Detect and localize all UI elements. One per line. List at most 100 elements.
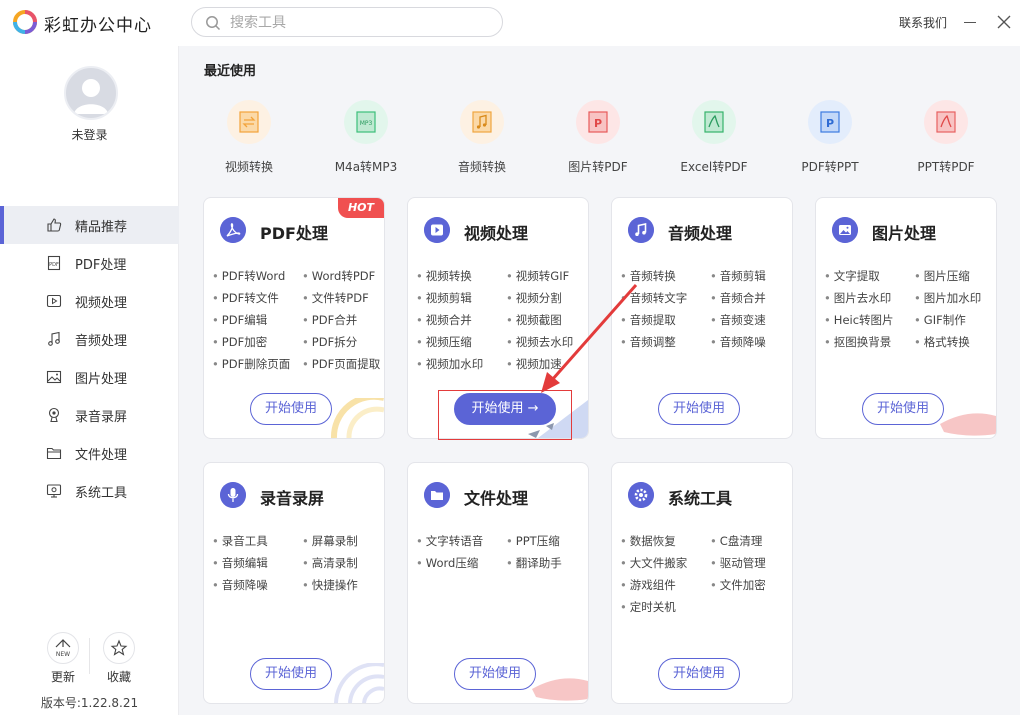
sidebar-item-image[interactable]: 图片处理 <box>0 358 179 396</box>
sidebar-item-system[interactable]: 系统工具 <box>0 472 179 510</box>
recent-item-ppt-to-pdf[interactable]: PPT转PDF <box>906 100 986 175</box>
tool-link[interactable]: 视频压缩 <box>416 334 506 350</box>
tool-link[interactable]: 音频提取 <box>620 312 710 328</box>
start-button[interactable]: 开始使用 <box>862 393 944 425</box>
tool-link[interactable]: 音频降噪 <box>710 334 792 350</box>
video-play-icon <box>424 217 450 243</box>
recent-item-m4a-mp3[interactable]: MP3 M4a转MP3 <box>326 100 406 175</box>
card-system: 系统工具 数据恢复 C盘清理 大文件搬家 驱动管理 游戏组件 文件加密 定时关机… <box>611 462 793 704</box>
sidebar-item-label: 视频处理 <box>75 295 128 311</box>
tool-link[interactable]: 视频截图 <box>506 312 588 328</box>
version-text: 版本号:1.22.8.21 <box>40 696 139 710</box>
tool-link[interactable]: Word转PDF <box>302 268 384 284</box>
tool-link[interactable]: 抠图换背景 <box>824 334 914 350</box>
tool-link[interactable]: Word压缩 <box>416 555 506 571</box>
tool-link[interactable]: 音频转换 <box>620 268 710 284</box>
tool-link[interactable]: 视频分割 <box>506 290 588 306</box>
tool-link[interactable]: 录音工具 <box>212 533 302 549</box>
tool-link[interactable]: 视频转换 <box>416 268 506 284</box>
update-button[interactable]: NEW 更新 <box>45 632 81 685</box>
tool-link[interactable]: 大文件搬家 <box>620 555 710 571</box>
tool-link[interactable]: 视频加速 <box>506 356 588 372</box>
tool-link[interactable]: PDF合并 <box>302 312 384 328</box>
tool-list: 文字转语音 PPT压缩 Word压缩 翻译助手 <box>416 533 588 571</box>
tool-link[interactable]: PPT压缩 <box>506 533 588 549</box>
tool-link[interactable]: PDF转文件 <box>212 290 302 306</box>
tool-link[interactable]: 音频变速 <box>710 312 792 328</box>
tool-link[interactable]: 音频剪辑 <box>710 268 792 284</box>
tool-link[interactable]: PDF删除页面 <box>212 356 302 372</box>
audio-convert-icon <box>472 111 492 133</box>
start-button[interactable]: 开始使用 <box>250 658 332 690</box>
sidebar-item-pdf[interactable]: PDF PDF处理 <box>0 244 179 282</box>
card-title: 音频处理 <box>668 224 733 243</box>
tool-list: 文字提取 图片压缩 图片去水印 图片加水印 Heic转图片 GIF制作 抠图换背… <box>824 268 996 350</box>
tool-link[interactable]: 文字提取 <box>824 268 914 284</box>
tool-link[interactable]: 音频转文字 <box>620 290 710 306</box>
tool-link[interactable]: 数据恢复 <box>620 533 710 549</box>
video-play-icon <box>46 294 62 308</box>
tool-link[interactable]: GIF制作 <box>914 312 996 328</box>
tool-link[interactable]: PDF页面提取 <box>302 356 384 372</box>
login-status[interactable]: 未登录 <box>0 126 179 143</box>
tool-link[interactable]: 屏幕录制 <box>302 533 384 549</box>
search-icon <box>206 16 221 31</box>
start-button[interactable]: 开始使用 <box>454 658 536 690</box>
tool-link[interactable]: Heic转图片 <box>824 312 914 328</box>
sidebar-nav: 精品推荐 PDF PDF处理 视频处理 音频处理 图片处理 录音录屏 文件处理 <box>0 206 179 510</box>
tool-link[interactable]: 高清录制 <box>302 555 384 571</box>
sidebar-item-video[interactable]: 视频处理 <box>0 282 179 320</box>
recent-item-audio-convert[interactable]: 音频转换 <box>442 100 522 175</box>
update-label: 更新 <box>50 670 75 684</box>
close-icon[interactable] <box>995 13 1013 31</box>
recent-item-pdf-to-ppt[interactable]: P PDF转PPT <box>790 100 870 175</box>
recent-item-video-convert[interactable]: 视频转换 <box>209 100 289 175</box>
tool-link[interactable]: 图片加水印 <box>914 290 996 306</box>
tool-link[interactable]: PDF转Word <box>212 268 302 284</box>
tool-link[interactable]: 格式转换 <box>914 334 996 350</box>
tool-link[interactable]: 视频剪辑 <box>416 290 506 306</box>
start-button[interactable]: 开始使用 <box>658 658 740 690</box>
tool-link[interactable]: 文字转语音 <box>416 533 506 549</box>
sidebar-item-recording[interactable]: 录音录屏 <box>0 396 179 434</box>
annotation-highlight-box <box>438 390 572 440</box>
search-box[interactable] <box>191 7 503 37</box>
tool-link[interactable]: 音频编辑 <box>212 555 302 571</box>
avatar[interactable] <box>64 66 118 120</box>
tool-link[interactable]: 音频降噪 <box>212 577 302 593</box>
sidebar-item-featured[interactable]: 精品推荐 <box>0 206 179 244</box>
folder-icon <box>46 447 62 460</box>
tool-link[interactable]: 文件加密 <box>710 577 792 593</box>
ppt-to-pdf-icon <box>936 111 956 133</box>
tool-link[interactable]: 音频调整 <box>620 334 710 350</box>
hot-badge: HOT <box>338 198 384 218</box>
contact-us-link[interactable]: 联系我们 <box>899 14 947 31</box>
tool-link[interactable]: 视频转GIF <box>506 268 588 284</box>
tool-link[interactable]: PDF拆分 <box>302 334 384 350</box>
tool-link[interactable]: PDF加密 <box>212 334 302 350</box>
search-input[interactable] <box>230 13 490 33</box>
tool-link[interactable]: 图片压缩 <box>914 268 996 284</box>
tool-link[interactable]: 游戏组件 <box>620 577 710 593</box>
tool-link[interactable]: 驱动管理 <box>710 555 792 571</box>
tool-link[interactable]: PDF编辑 <box>212 312 302 328</box>
recent-item-image-to-pdf[interactable]: P 图片转PDF <box>558 100 638 175</box>
tool-link[interactable]: 图片去水印 <box>824 290 914 306</box>
tool-link[interactable]: 定时关机 <box>620 599 710 615</box>
sidebar-item-audio[interactable]: 音频处理 <box>0 320 179 358</box>
start-button[interactable]: 开始使用 <box>658 393 740 425</box>
minimize-icon[interactable] <box>962 13 978 31</box>
recent-item-excel-to-pdf[interactable]: Excel转PDF <box>674 100 754 175</box>
tool-link[interactable]: 视频去水印 <box>506 334 588 350</box>
tool-link[interactable]: 视频加水印 <box>416 356 506 372</box>
favorite-button[interactable]: 收藏 <box>101 632 137 685</box>
sidebar-item-file[interactable]: 文件处理 <box>0 434 179 472</box>
tool-link[interactable]: 翻译助手 <box>506 555 588 571</box>
tool-link[interactable]: 视频合并 <box>416 312 506 328</box>
tool-link[interactable]: 文件转PDF <box>302 290 384 306</box>
tool-link[interactable]: 快捷操作 <box>302 577 384 593</box>
tool-link[interactable]: 音频合并 <box>710 290 792 306</box>
start-button[interactable]: 开始使用 <box>250 393 332 425</box>
tool-link[interactable]: C盘清理 <box>710 533 792 549</box>
recent-item-label: 图片转PDF <box>568 160 628 174</box>
